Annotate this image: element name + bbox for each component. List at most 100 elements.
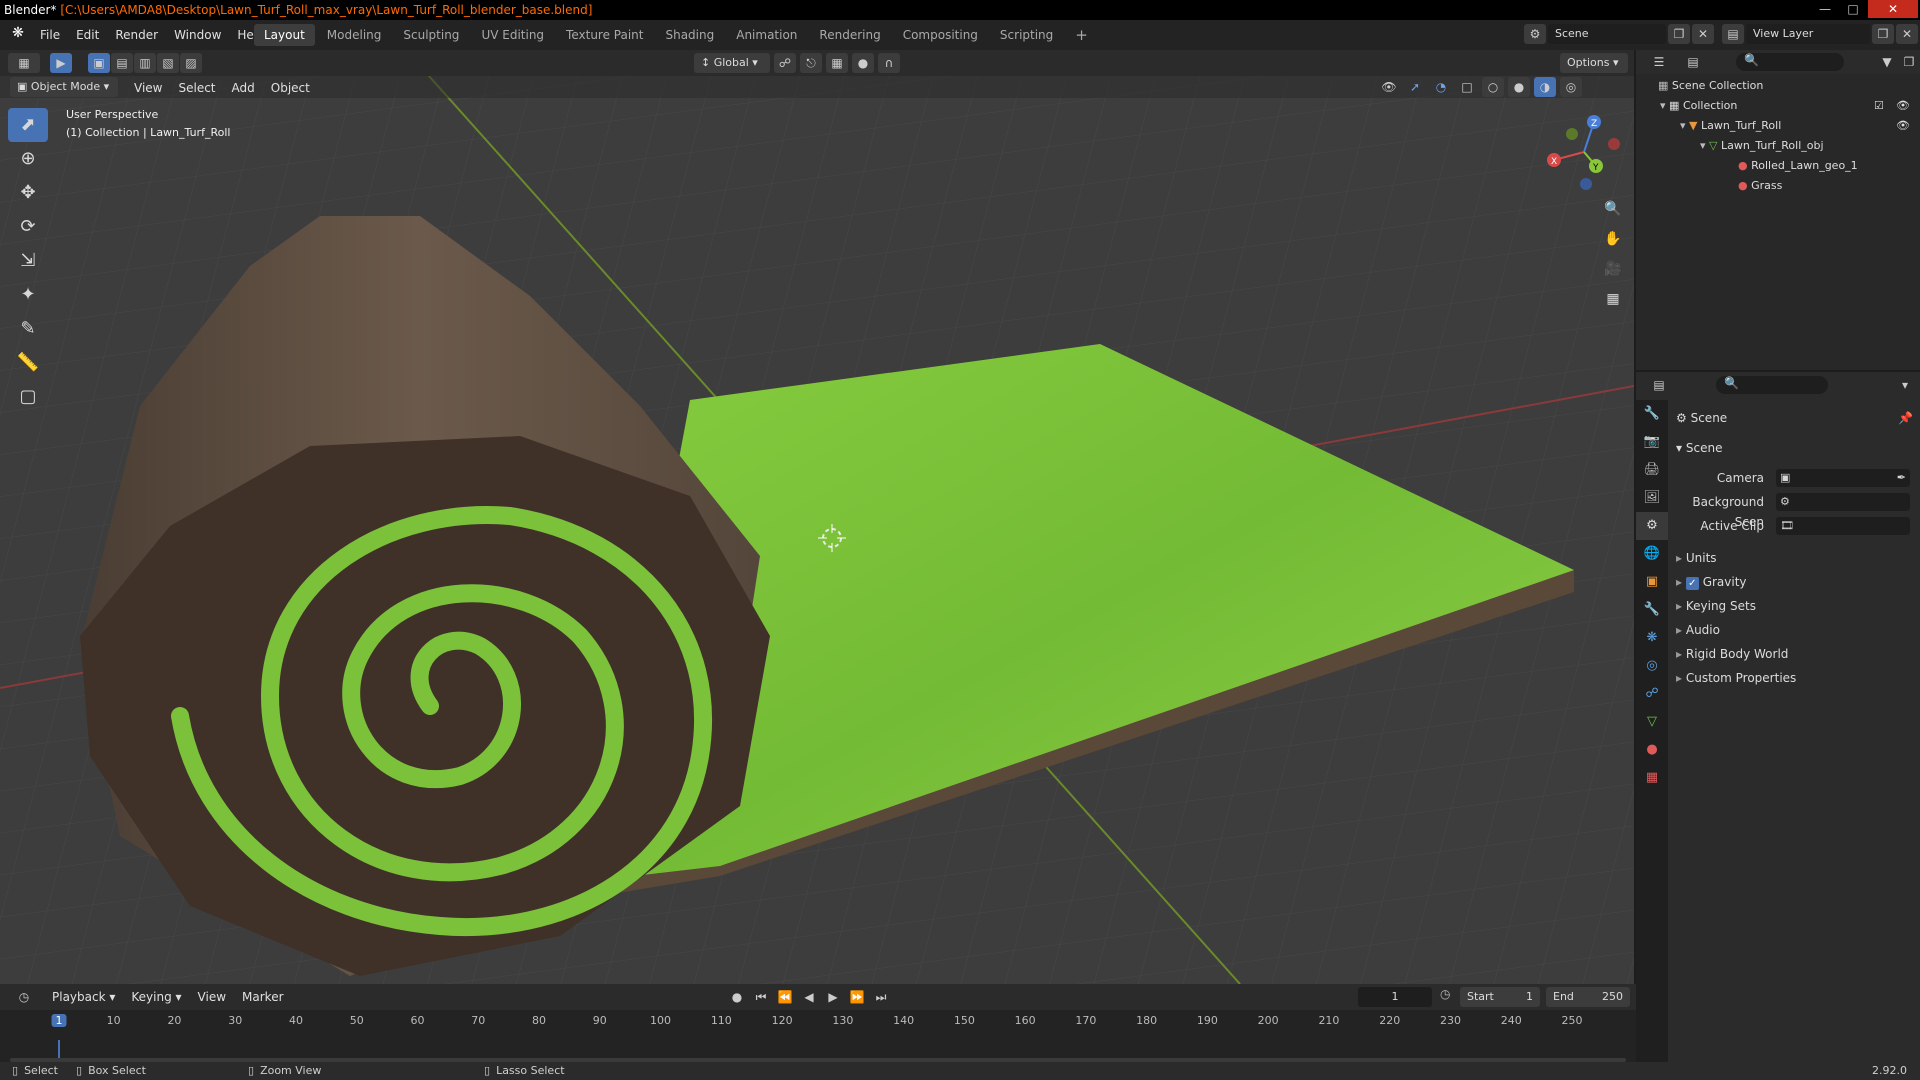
properties-editor-type-icon[interactable]: ▤: [1644, 375, 1674, 395]
camera-field[interactable]: ▣ ✒: [1776, 469, 1910, 487]
expand-arrow-icon[interactable]: ▾: [1700, 139, 1706, 152]
timeline-scrubber[interactable]: 1 10 20 30 40 50 60 70 80 90 100 110 120 130 140 150 160…: [0, 1010, 1636, 1062]
gravity-subpanel[interactable]: ▸ ✓ Gravity: [1676, 572, 1912, 592]
units-subpanel[interactable]: ▸ Units: [1676, 548, 1912, 568]
select-subtract-icon[interactable]: ▥: [134, 53, 156, 73]
current-frame-field[interactable]: 1: [1358, 987, 1432, 1007]
timeline-menu-keying[interactable]: Keying ▾: [123, 987, 189, 1007]
scene-selector[interactable]: ⚙ Scene ❐ ✕: [1524, 24, 1714, 44]
3d-viewport[interactable]: ▣ Object Mode ▾ View Select Add Object 👁…: [0, 76, 1634, 984]
properties-options-icon[interactable]: ▾: [1894, 375, 1916, 395]
minimize-button[interactable]: —: [1812, 0, 1838, 18]
gizmo-toggle-icon[interactable]: ➚: [1404, 77, 1426, 97]
pin-icon[interactable]: 📌: [1898, 408, 1913, 428]
timeline-menu-marker[interactable]: Marker: [234, 987, 291, 1007]
menu-render[interactable]: Render: [107, 24, 166, 46]
select-tool-icon[interactable]: ▶: [50, 53, 72, 73]
scene-browse-icon[interactable]: ⚙: [1524, 24, 1546, 44]
outliner-editor-type-icon[interactable]: ☰: [1644, 52, 1674, 72]
material-preview-shading-icon[interactable]: ◑: [1534, 77, 1556, 97]
scene-tab-icon[interactable]: ⚙: [1636, 512, 1668, 540]
tab-layout[interactable]: Layout: [254, 24, 315, 46]
background-scene-field[interactable]: ⚙: [1776, 493, 1910, 511]
view-layer-selector[interactable]: ▤ View Layer ❐ ✕: [1722, 24, 1918, 44]
play-icon[interactable]: ▶: [822, 987, 844, 1007]
measure-tool-icon[interactable]: 📏: [8, 346, 48, 380]
texture-tab-icon[interactable]: ▦: [1636, 764, 1668, 792]
navigation-gizmo[interactable]: Z X Y: [1540, 110, 1620, 190]
expand-arrow-icon[interactable]: ▾: [1680, 119, 1686, 132]
close-window-button[interactable]: ✕: [1868, 0, 1918, 18]
proportional-edit-icon[interactable]: ●: [852, 53, 874, 73]
scene-name-field[interactable]: Scene: [1548, 24, 1666, 44]
zoom-icon[interactable]: 🔍: [1600, 194, 1626, 224]
add-workspace-button[interactable]: +: [1065, 24, 1098, 46]
viewport-menu-view[interactable]: View: [126, 77, 170, 99]
particles-tab-icon[interactable]: ❋: [1636, 624, 1668, 652]
outliner-row-lawn-turf-roll[interactable]: ▾ ▼ Lawn_Turf_Roll 👁: [1680, 116, 1918, 136]
gravity-checkbox[interactable]: ✓: [1685, 577, 1699, 590]
constraints-tab-icon[interactable]: ☍: [1636, 680, 1668, 708]
rotate-tool-icon[interactable]: ⟳: [8, 210, 48, 244]
select-extend-icon[interactable]: ▤: [111, 53, 133, 73]
keying-sets-subpanel[interactable]: ▸ Keying Sets: [1676, 596, 1912, 616]
tab-uv-editing[interactable]: UV Editing: [471, 24, 554, 46]
jump-start-icon[interactable]: ⏮: [750, 987, 772, 1007]
outliner-row-rolled-lawn-geo[interactable]: ● Rolled_Lawn_geo_1: [1738, 156, 1918, 176]
eyedropper-icon[interactable]: ✒: [1897, 469, 1906, 487]
tab-shading[interactable]: Shading: [655, 24, 724, 46]
move-tool-icon[interactable]: ✥: [8, 176, 48, 210]
outliner-row-collection[interactable]: ▾ ▦ Collection ☑ 👁: [1660, 96, 1918, 116]
properties-search-input[interactable]: 🔍: [1716, 376, 1828, 394]
pivot-point-icon[interactable]: ☍: [774, 53, 796, 73]
prev-keyframe-icon[interactable]: ⏪: [774, 987, 796, 1007]
scale-tool-icon[interactable]: ⇲: [8, 244, 48, 278]
scene-new-icon[interactable]: ❐: [1668, 24, 1690, 44]
perspective-toggle-icon[interactable]: ▦: [1600, 284, 1626, 314]
menu-file[interactable]: File: [32, 24, 68, 46]
viewport-menu-object[interactable]: Object: [263, 77, 318, 99]
outliner-filter-icon[interactable]: ▼: [1876, 52, 1898, 72]
proportional-falloff-icon[interactable]: ∩: [878, 53, 900, 73]
timeline-editor-type-icon[interactable]: ◷: [8, 987, 40, 1007]
expand-arrow-icon[interactable]: ▾: [1660, 99, 1666, 112]
snap-toggle-icon[interactable]: ⎋: [800, 53, 822, 73]
camera-view-icon[interactable]: 🎥: [1600, 254, 1626, 284]
world-tab-icon[interactable]: 🌐: [1636, 540, 1668, 568]
select-intersect-icon[interactable]: ▨: [180, 53, 202, 73]
pan-hand-icon[interactable]: ✋: [1600, 224, 1626, 254]
tab-rendering[interactable]: Rendering: [809, 24, 890, 46]
select-box-tool-icon[interactable]: ⬈: [8, 108, 48, 142]
menu-window[interactable]: Window: [166, 24, 229, 46]
visibility-eye-icon[interactable]: 👁: [1896, 96, 1910, 116]
visibility-eye-icon[interactable]: 👁: [1896, 116, 1910, 136]
audio-subpanel[interactable]: ▸ Audio: [1676, 620, 1912, 640]
end-frame-field[interactable]: End 250: [1546, 987, 1630, 1007]
menu-edit[interactable]: Edit: [68, 24, 107, 46]
tab-animation[interactable]: Animation: [726, 24, 807, 46]
active-clip-field[interactable]: 🎞: [1776, 517, 1910, 535]
record-icon[interactable]: ●: [726, 987, 748, 1007]
render-tab-icon[interactable]: 📷: [1636, 428, 1668, 456]
viewport-menu-add[interactable]: Add: [224, 77, 263, 99]
transform-orientation-dropdown[interactable]: ↕ Global ▾: [694, 53, 770, 73]
outliner-new-collection-icon[interactable]: ❐: [1898, 52, 1920, 72]
object-tab-icon[interactable]: ▣: [1636, 568, 1668, 596]
view-layer-remove-icon[interactable]: ✕: [1896, 24, 1918, 44]
outliner-display-mode-icon[interactable]: ▤: [1678, 52, 1708, 72]
outliner-row-grass[interactable]: ● Grass: [1738, 176, 1918, 196]
tab-modeling[interactable]: Modeling: [317, 24, 392, 46]
tab-sculpting[interactable]: Sculpting: [393, 24, 469, 46]
rendered-shading-icon[interactable]: ◎: [1560, 77, 1582, 97]
select-new-icon[interactable]: ▣: [88, 53, 110, 73]
modifier-tab-icon[interactable]: 🔧: [1636, 596, 1668, 624]
outliner-row-lawn-turf-roll-obj[interactable]: ▾ ▽ Lawn_Turf_Roll_obj: [1700, 136, 1918, 156]
next-keyframe-icon[interactable]: ⏩: [846, 987, 868, 1007]
options-dropdown[interactable]: Options ▾: [1560, 53, 1628, 73]
output-tab-icon[interactable]: 🖨: [1636, 456, 1668, 484]
play-reverse-icon[interactable]: ◀: [798, 987, 820, 1007]
physics-tab-icon[interactable]: ◎: [1636, 652, 1668, 680]
annotate-tool-icon[interactable]: ✎: [8, 312, 48, 346]
view-layer-browse-icon[interactable]: ▤: [1722, 24, 1744, 44]
view-layer-new-icon[interactable]: ❐: [1872, 24, 1894, 44]
